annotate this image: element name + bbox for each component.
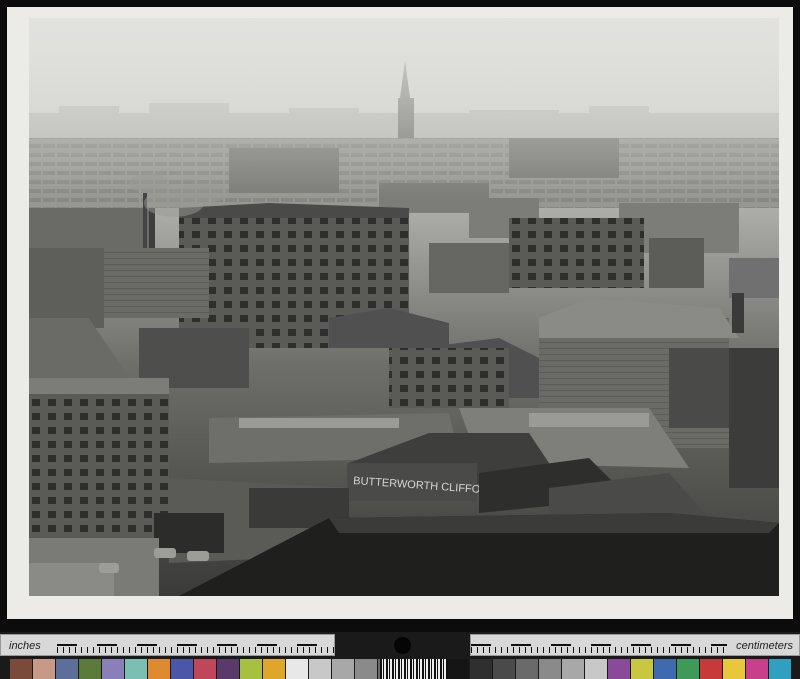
color-swatch: [10, 659, 32, 679]
color-swatch: [286, 659, 308, 679]
cityscape-photo: BUTTERWORTH CLIFFORD: [29, 18, 779, 596]
color-swatch: [102, 659, 124, 679]
color-swatch: [240, 659, 262, 679]
cm-ruler-label: centimeters: [736, 640, 793, 652]
registration-dot: [394, 637, 411, 654]
color-swatch: [654, 659, 676, 679]
color-swatch: [746, 659, 768, 679]
cm-ruler-band: [471, 644, 727, 646]
inch-ruler-band: [57, 644, 334, 646]
color-swatch: [309, 659, 331, 679]
color-swatch: [493, 659, 515, 679]
color-swatch: [148, 659, 170, 679]
inch-ruler-label: inches: [9, 640, 41, 652]
target-barcode: [380, 659, 448, 679]
inch-ruler: inches: [0, 634, 335, 656]
color-swatch: [562, 659, 584, 679]
color-swatch: [194, 659, 216, 679]
photo-mount: BUTTERWORTH CLIFFORD: [7, 7, 793, 619]
color-swatch: [677, 659, 699, 679]
color-swatch: [79, 659, 101, 679]
color-swatch: [125, 659, 147, 679]
color-swatch: [171, 659, 193, 679]
color-swatch: [56, 659, 78, 679]
color-swatch: [516, 659, 538, 679]
color-swatch: [355, 659, 377, 679]
color-calibration-target: inches centimeters: [0, 632, 800, 679]
color-swatch: [33, 659, 55, 679]
color-swatch: [723, 659, 745, 679]
cm-ruler-ticks: [471, 647, 727, 653]
color-swatch: [447, 659, 469, 679]
color-swatch: [631, 659, 653, 679]
color-swatch: [470, 659, 492, 679]
color-swatch: [585, 659, 607, 679]
color-swatch: [539, 659, 561, 679]
color-swatch: [700, 659, 722, 679]
color-swatch: [263, 659, 285, 679]
color-swatch: [769, 659, 791, 679]
color-swatch: [217, 659, 239, 679]
inch-ruler-ticks: [57, 647, 334, 653]
color-swatch: [332, 659, 354, 679]
color-swatch: [608, 659, 630, 679]
cm-ruler: centimeters: [470, 634, 800, 656]
